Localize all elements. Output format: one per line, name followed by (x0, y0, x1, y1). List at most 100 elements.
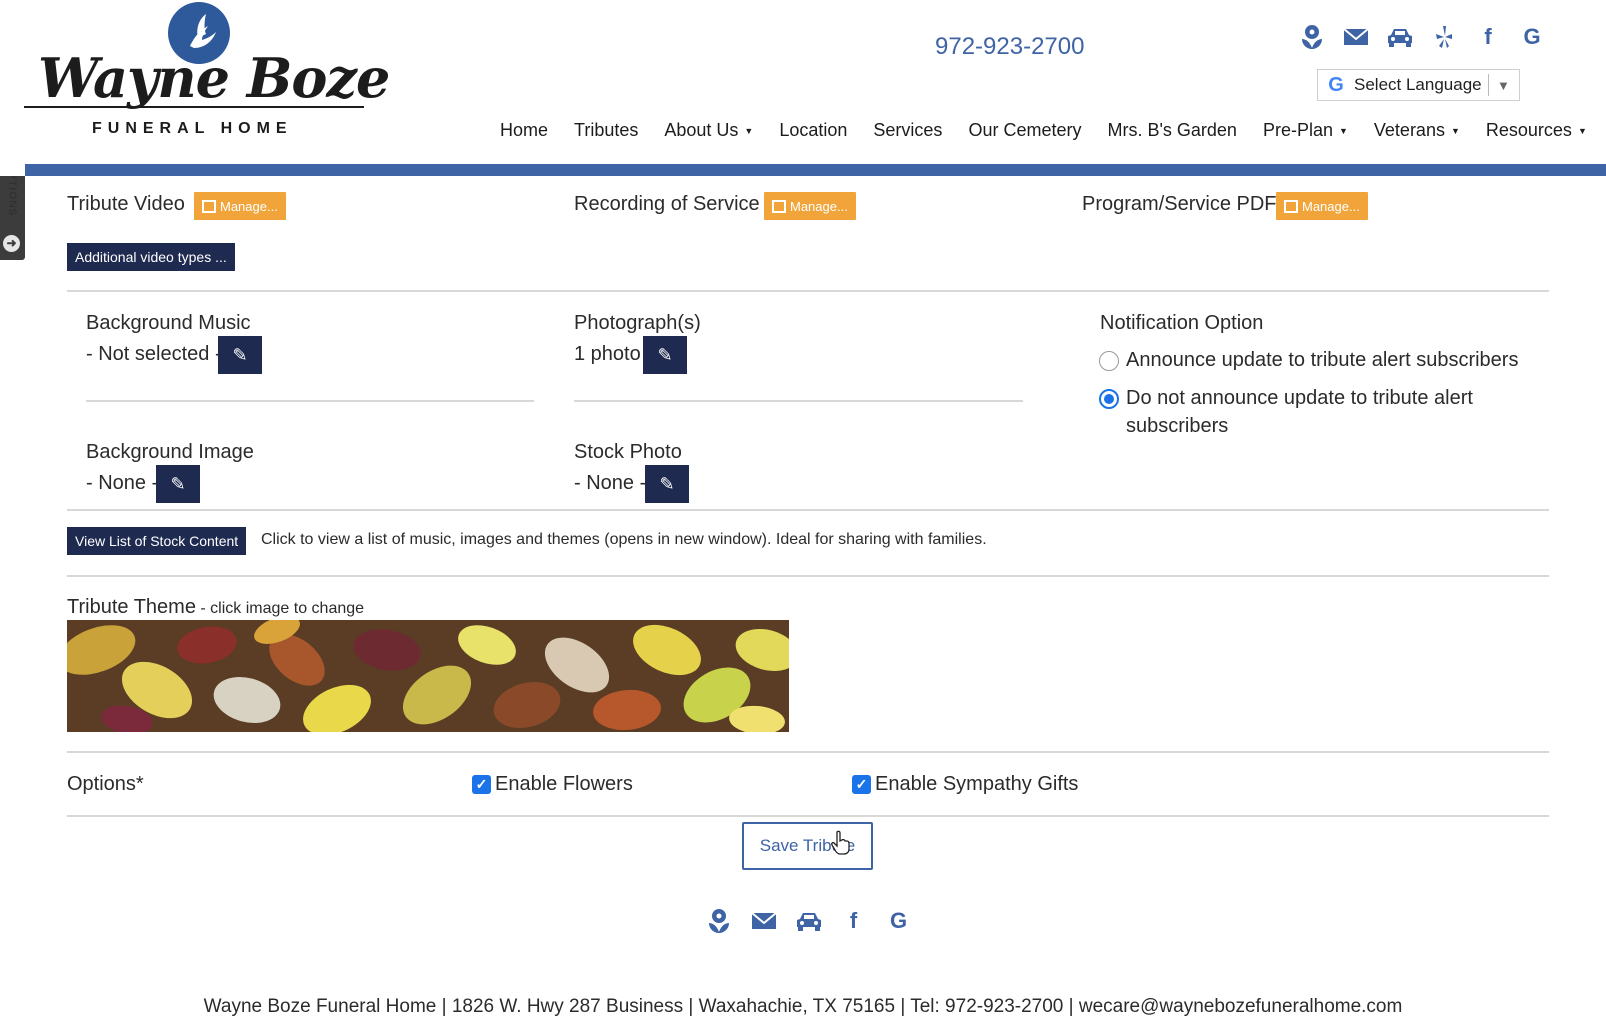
enable-flowers-checkbox[interactable]: ✓ (472, 775, 491, 794)
flower-icon[interactable] (1290, 22, 1334, 52)
language-select-label: Select Language (1354, 75, 1482, 94)
nav-item-label: About Us (664, 120, 739, 140)
background-music-label: Background Music (86, 312, 251, 334)
tribute-theme-title: Tribute Theme - click image to change (67, 596, 364, 619)
divider (574, 400, 1023, 402)
notification-option-title: Notification Option (1100, 312, 1264, 334)
do-not-announce-label-line1: Do not announce update to tribute alert (1126, 387, 1473, 409)
nav-item-about-us[interactable]: About Us ▼ (664, 120, 753, 141)
background-image-label: Background Image (86, 441, 254, 463)
tribute-video-label: Tribute Video (67, 193, 185, 215)
additional-video-types-button[interactable]: Additional video types ... (67, 243, 235, 271)
nav-item-pre-plan[interactable]: Pre-Plan ▼ (1263, 120, 1348, 141)
google-icon[interactable]: G (876, 906, 921, 936)
caret-down-icon: ▼ (1450, 125, 1460, 136)
recording-manage-button[interactable]: Manage... (764, 192, 856, 220)
nav-item-tributes[interactable]: Tributes (574, 120, 638, 141)
nav-item-resources[interactable]: Resources ▼ (1486, 120, 1587, 141)
google-icon[interactable]: G (1510, 22, 1554, 52)
nav-item-label: Pre-Plan (1262, 120, 1333, 140)
edit-stock-photo-button[interactable]: ✎ (645, 465, 689, 503)
save-tribute-button[interactable]: Save Tribute (742, 822, 873, 870)
nav-item-label: Services (873, 120, 943, 140)
header-phone[interactable]: 972-923-2700 (935, 33, 1084, 61)
site-logo[interactable]: Wayne Boze FUNERAL HOME (24, 2, 390, 142)
stock-photo-value: - None - (574, 472, 647, 494)
nav-item-label: Mrs. B's Garden (1107, 120, 1237, 140)
nav-item-label: Veterans (1373, 120, 1445, 140)
stock-content-description: Click to view a list of music, images an… (261, 531, 987, 548)
manage-label: Manage... (790, 198, 848, 214)
main-navigation: Home Tributes About Us ▼ Location Services Our… (500, 120, 1606, 141)
caret-down-icon: ▼ (1338, 125, 1348, 136)
caret-down-icon: ▼ (1577, 125, 1587, 136)
tribute-theme-label: Tribute Theme (67, 596, 196, 618)
facebook-icon[interactable]: f (1466, 22, 1510, 52)
nav-item-home[interactable]: Home (500, 120, 548, 141)
nav-item-mrs-b-s-garden[interactable]: Mrs. B's Garden (1107, 120, 1236, 141)
photographs-label: Photograph(s) (574, 312, 701, 334)
language-divider (1488, 74, 1489, 96)
logo-rule (24, 106, 364, 108)
options-title: Options* (67, 773, 144, 795)
edit-background-image-button[interactable]: ✎ (156, 465, 200, 503)
email-icon[interactable] (741, 906, 786, 936)
chevron-down-icon: ▼ (1497, 77, 1510, 93)
nav-item-label: Resources (1485, 120, 1572, 140)
logo-script-name: Wayne Boze (38, 46, 390, 110)
nav-item-services[interactable]: Services (873, 120, 942, 141)
edit-background-music-button[interactable]: ✎ (218, 336, 262, 374)
program-pdf-label: Program/Service PDF (1082, 193, 1277, 215)
flower-icon[interactable] (696, 906, 741, 936)
hand-cursor-icon (830, 830, 852, 861)
film-icon (772, 199, 786, 213)
car-icon[interactable] (1378, 22, 1422, 52)
nav-item-label: Location (779, 120, 848, 140)
view-stock-content-button[interactable]: View List of Stock Content (67, 527, 247, 555)
nav-item-location[interactable]: Location (779, 120, 847, 141)
manage-label: Manage... (1302, 198, 1360, 214)
car-icon[interactable] (786, 906, 831, 936)
pencil-icon: ✎ (657, 344, 673, 365)
announce-update-radio[interactable] (1099, 351, 1119, 371)
divider (67, 751, 1549, 753)
nav-item-our-cemetery[interactable]: Our Cemetery (968, 120, 1081, 141)
logo-subtitle: FUNERAL HOME (92, 120, 293, 137)
divider (67, 290, 1549, 292)
caret-down-icon: ▼ (744, 125, 754, 136)
pencil-icon: ✎ (232, 344, 248, 365)
divider (67, 575, 1549, 577)
nav-item-label: Our Cemetery (968, 120, 1082, 140)
film-icon (202, 199, 216, 213)
divider (86, 400, 534, 402)
google-translate-icon: G (1328, 73, 1344, 96)
footer-contact-info: Wayne Boze Funeral Home | 1826 W. Hwy 28… (203, 996, 1403, 1017)
enable-flowers-label: Enable Flowers (495, 773, 633, 795)
nav-accent-bar (25, 164, 1606, 176)
film-icon (1284, 199, 1298, 213)
tribute-video-manage-button[interactable]: Manage... (194, 192, 286, 220)
footer-social-icons: f G (696, 906, 921, 936)
announce-update-label: Announce update to tribute alert subscri… (1126, 349, 1519, 371)
photographs-value: 1 photo (574, 343, 641, 365)
tribute-theme-hint: - click image to change (195, 600, 365, 617)
do-not-announce-radio[interactable] (1099, 389, 1119, 409)
pencil-icon: ✎ (170, 473, 186, 494)
divider (67, 815, 1549, 817)
facebook-icon[interactable]: f (831, 906, 876, 936)
language-select[interactable]: G Select Language ▼ (1317, 69, 1520, 101)
nav-item-label: Home (500, 120, 549, 140)
enable-sympathy-gifts-checkbox[interactable]: ✓ (852, 775, 871, 794)
nav-item-veterans[interactable]: Veterans ▼ (1374, 120, 1460, 141)
email-icon[interactable] (1334, 22, 1378, 52)
tribute-theme-image[interactable] (67, 620, 789, 732)
program-pdf-manage-button[interactable]: Manage... (1276, 192, 1368, 220)
edit-photographs-button[interactable]: ✎ (643, 336, 687, 374)
pencil-icon: ✎ (659, 473, 675, 494)
site-header: Wayne Boze FUNERAL HOME 972-923-2700 f G… (0, 0, 1606, 176)
divider (67, 509, 1549, 511)
stock-photo-label: Stock Photo (574, 441, 682, 463)
background-music-value: - Not selected - (86, 343, 222, 365)
yelp-icon[interactable] (1422, 22, 1466, 52)
manage-label: Manage... (220, 198, 278, 214)
